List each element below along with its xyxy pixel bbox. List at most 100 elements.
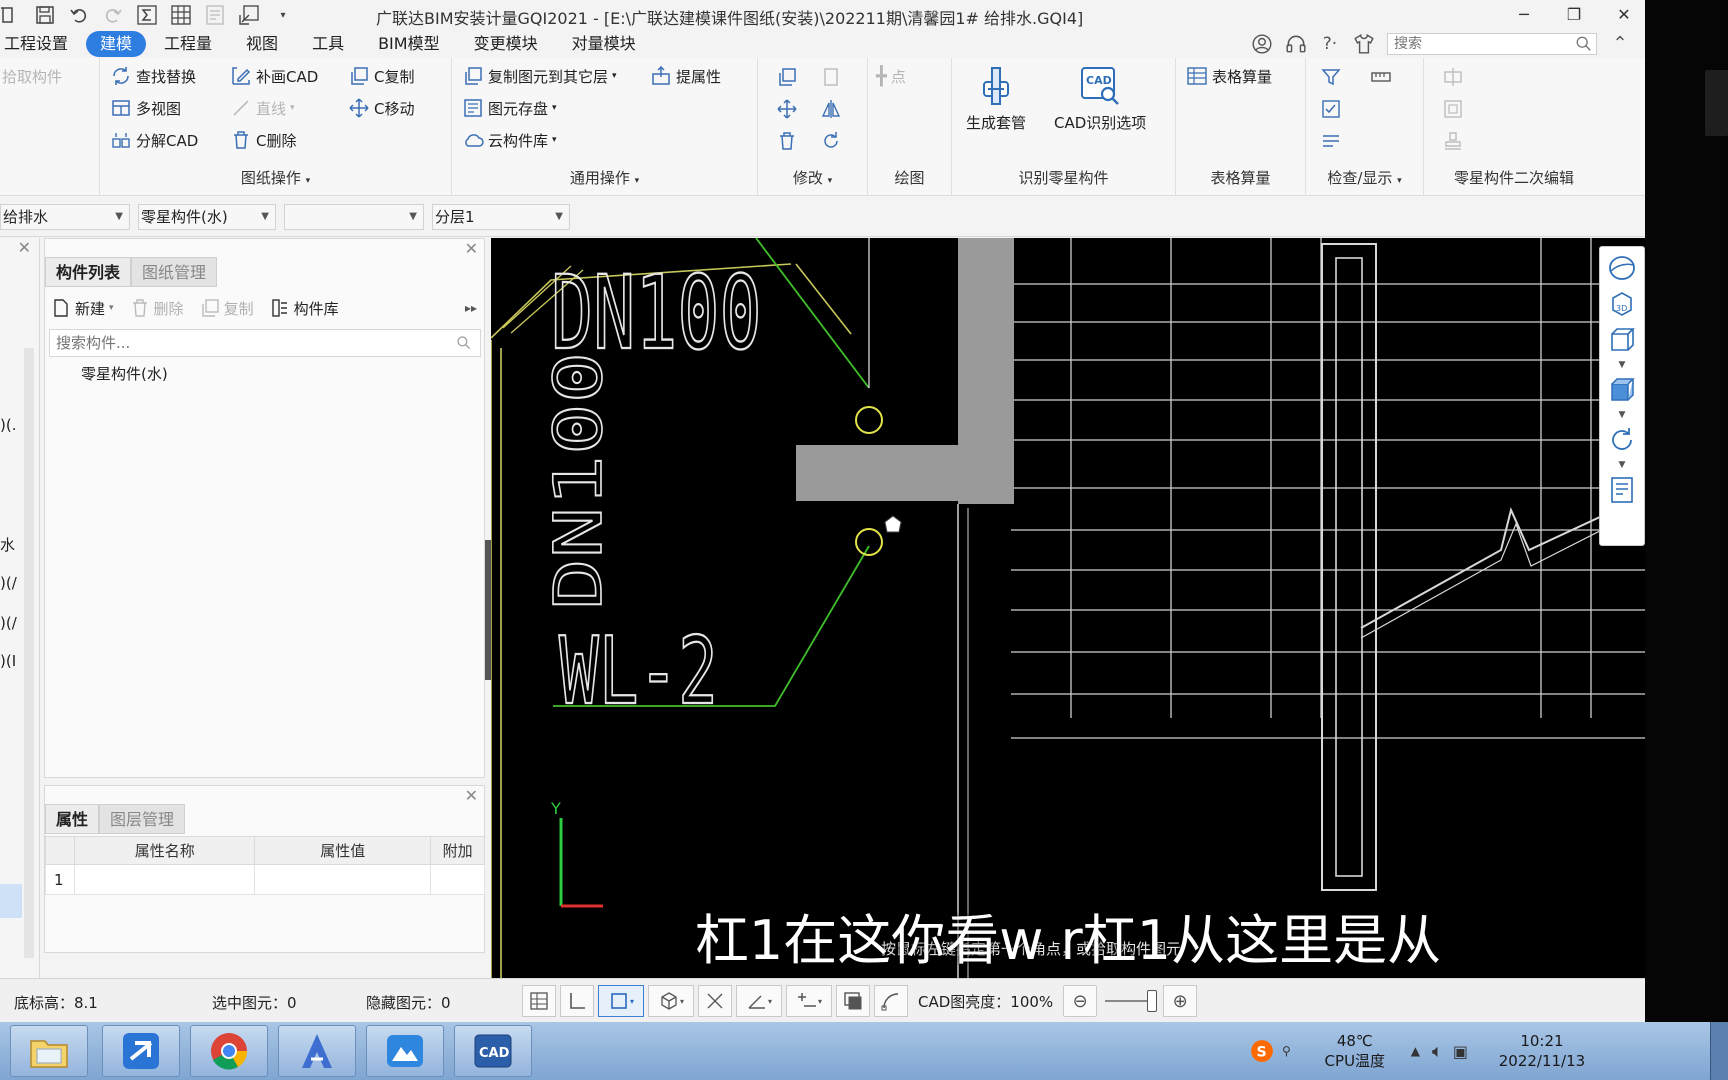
slider-thumb[interactable] xyxy=(1147,990,1158,1012)
search-input[interactable] xyxy=(1387,33,1597,55)
tab-change-module[interactable]: 变更模块 xyxy=(460,31,552,57)
discipline-select[interactable]: 给排水 ▼ xyxy=(0,203,130,230)
ortho-button[interactable] xyxy=(560,985,594,1017)
paste-icon[interactable] xyxy=(820,66,842,88)
close-icon[interactable]: ✕ xyxy=(465,786,478,805)
save-elements-button[interactable]: 图元存盘 ▾ xyxy=(462,96,557,120)
close-icon[interactable]: ✕ xyxy=(1613,2,1635,26)
redo-icon[interactable] xyxy=(102,4,124,26)
cpu-temperature[interactable]: 48℃ CPU温度 xyxy=(1315,1031,1395,1071)
split-icon[interactable] xyxy=(1442,66,1464,88)
delete-component-button[interactable]: 删除 xyxy=(130,298,184,319)
sum-icon[interactable] xyxy=(136,4,158,26)
nav-item-fragment[interactable]: 水 xyxy=(0,534,15,555)
panel-icon[interactable] xyxy=(0,4,22,26)
cloud-library-button[interactable]: 云构件库 ▾ xyxy=(462,128,557,152)
tab-properties[interactable]: 属性 xyxy=(45,804,100,834)
cad-drawing[interactable]: DN100 DN100 WL-2 Y xyxy=(491,238,1645,978)
3d-snap-button[interactable]: ▾ xyxy=(648,985,694,1017)
more-icon[interactable]: ▸▸ xyxy=(465,301,477,315)
mirror-icon[interactable] xyxy=(820,98,842,120)
taskbar-file-explorer[interactable] xyxy=(10,1025,88,1077)
ime-options-icon[interactable]: ⚲ xyxy=(1282,1044,1291,1058)
search-icon[interactable] xyxy=(456,335,472,351)
redraw-cad-button[interactable]: 补画CAD xyxy=(230,64,318,88)
tab-drawing-management[interactable]: 图纸管理 xyxy=(131,257,218,287)
tab-tools[interactable]: 工具 xyxy=(298,31,358,57)
frame-icon[interactable] xyxy=(1442,98,1464,120)
line-button[interactable]: 直线 ▾ xyxy=(230,96,295,120)
show-desktop-button[interactable] xyxy=(1710,1022,1728,1080)
display-settings-icon[interactable] xyxy=(1320,130,1342,152)
floor-layer-select[interactable]: 分层1 ▼ xyxy=(432,203,570,230)
c-delete-button[interactable]: C删除 xyxy=(230,128,296,152)
new-component-button[interactable]: 新建 ▾ xyxy=(51,298,114,319)
headset-icon[interactable] xyxy=(1285,33,1307,55)
rotate-icon[interactable] xyxy=(820,130,842,152)
chevron-down-icon[interactable]: ▼ xyxy=(1619,361,1626,370)
search-icon[interactable] xyxy=(1575,35,1593,53)
close-icon[interactable]: ✕ xyxy=(465,239,478,258)
view-cube-icon[interactable] xyxy=(1607,325,1637,355)
multi-view-button[interactable]: 多视图 xyxy=(110,96,181,120)
ribbon-group-label[interactable]: 图纸操作 ▾ xyxy=(100,167,451,188)
user-icon[interactable] xyxy=(1251,33,1273,55)
cross-select-button[interactable] xyxy=(698,985,732,1017)
tab-component-list[interactable]: 构件列表 xyxy=(45,257,132,287)
taskbar-cloud-app[interactable] xyxy=(366,1025,444,1077)
chevron-down-icon[interactable]: ▼ xyxy=(1619,411,1626,420)
nav-item-fragment[interactable]: )(/ xyxy=(0,614,17,632)
filter-icon[interactable] xyxy=(1320,66,1342,88)
tab-bim-model[interactable]: BIM模型 xyxy=(364,31,454,57)
c-move-button[interactable]: C移动 xyxy=(348,96,414,120)
tab-compare-module[interactable]: 对量模块 xyxy=(558,31,650,57)
tab-layer-management[interactable]: 图层管理 xyxy=(99,804,186,834)
tray-expand-icon[interactable]: ▲ xyxy=(1411,1044,1420,1058)
component-library-button[interactable]: 构件库 xyxy=(270,298,339,319)
tab-view[interactable]: 视图 xyxy=(232,31,292,57)
component-select[interactable]: ▼ xyxy=(284,203,424,230)
check-icon[interactable] xyxy=(1320,98,1342,120)
table-calc-button[interactable]: 表格算量 xyxy=(1186,64,1272,88)
rotate-view-icon[interactable] xyxy=(1607,425,1637,455)
brightness-slider[interactable] xyxy=(1105,990,1158,1012)
brightness-decrease-button[interactable]: ⊖ xyxy=(1063,985,1098,1017)
component-search-input[interactable] xyxy=(49,329,481,357)
view-3d-icon[interactable]: 3D xyxy=(1607,289,1637,319)
save-icon[interactable] xyxy=(34,4,56,26)
ribbon-group-label[interactable]: 修改 ▾ xyxy=(758,167,867,188)
solid-cube-icon[interactable] xyxy=(1607,375,1637,405)
taskbar-cad-viewer[interactable]: CAD xyxy=(454,1025,532,1077)
taskbar-autocad[interactable] xyxy=(278,1025,356,1077)
property-extra-cell[interactable] xyxy=(430,864,485,895)
report-icon[interactable] xyxy=(204,4,226,26)
customize-qat-icon[interactable]: ▾ xyxy=(272,4,294,26)
properties-view-icon[interactable] xyxy=(1607,475,1637,505)
nav-item-fragment[interactable]: )(. xyxy=(0,416,16,434)
grid-calc-icon[interactable] xyxy=(170,4,192,26)
table-row[interactable]: 1 xyxy=(44,864,485,895)
c-copy-button[interactable]: C复制 xyxy=(348,64,414,88)
orbit-icon[interactable] xyxy=(1607,253,1637,283)
property-value-cell[interactable] xyxy=(254,864,432,895)
network-icon[interactable]: ▣ xyxy=(1453,1042,1468,1061)
cad-drawing-canvas[interactable]: DN100 DN100 WL-2 Y 3D ▼ ▼ ▼ 按鼠标左键指定第一个角点… xyxy=(491,238,1645,978)
copy-to-other-layer-button[interactable]: 复制图元到其它层 ▾ xyxy=(462,64,617,88)
nav-item-fragment[interactable]: )(/ xyxy=(0,574,17,592)
extract-properties-button[interactable]: 提属性 xyxy=(650,64,721,88)
tab-modeling[interactable]: 建模 xyxy=(86,31,147,57)
tree-item-component[interactable]: 零星构件(水) xyxy=(81,363,168,384)
angle-button[interactable]: ▾ xyxy=(736,985,782,1017)
tab-project-settings[interactable]: 工程设置 xyxy=(0,31,82,57)
close-icon[interactable]: ✕ xyxy=(18,238,31,257)
chevron-down-icon[interactable]: ▼ xyxy=(1619,461,1626,470)
restore-icon[interactable]: ❐ xyxy=(1563,2,1585,26)
move-element-icon[interactable] xyxy=(776,98,798,120)
selected-nav-item[interactable] xyxy=(0,884,22,918)
import-icon[interactable] xyxy=(238,4,260,26)
component-type-select[interactable]: 零星构件(水) ▼ xyxy=(138,203,276,230)
undo-icon[interactable] xyxy=(68,4,90,26)
scrollbar[interactable] xyxy=(24,348,34,958)
curve-button[interactable] xyxy=(874,985,908,1017)
property-name-cell[interactable] xyxy=(74,864,256,895)
